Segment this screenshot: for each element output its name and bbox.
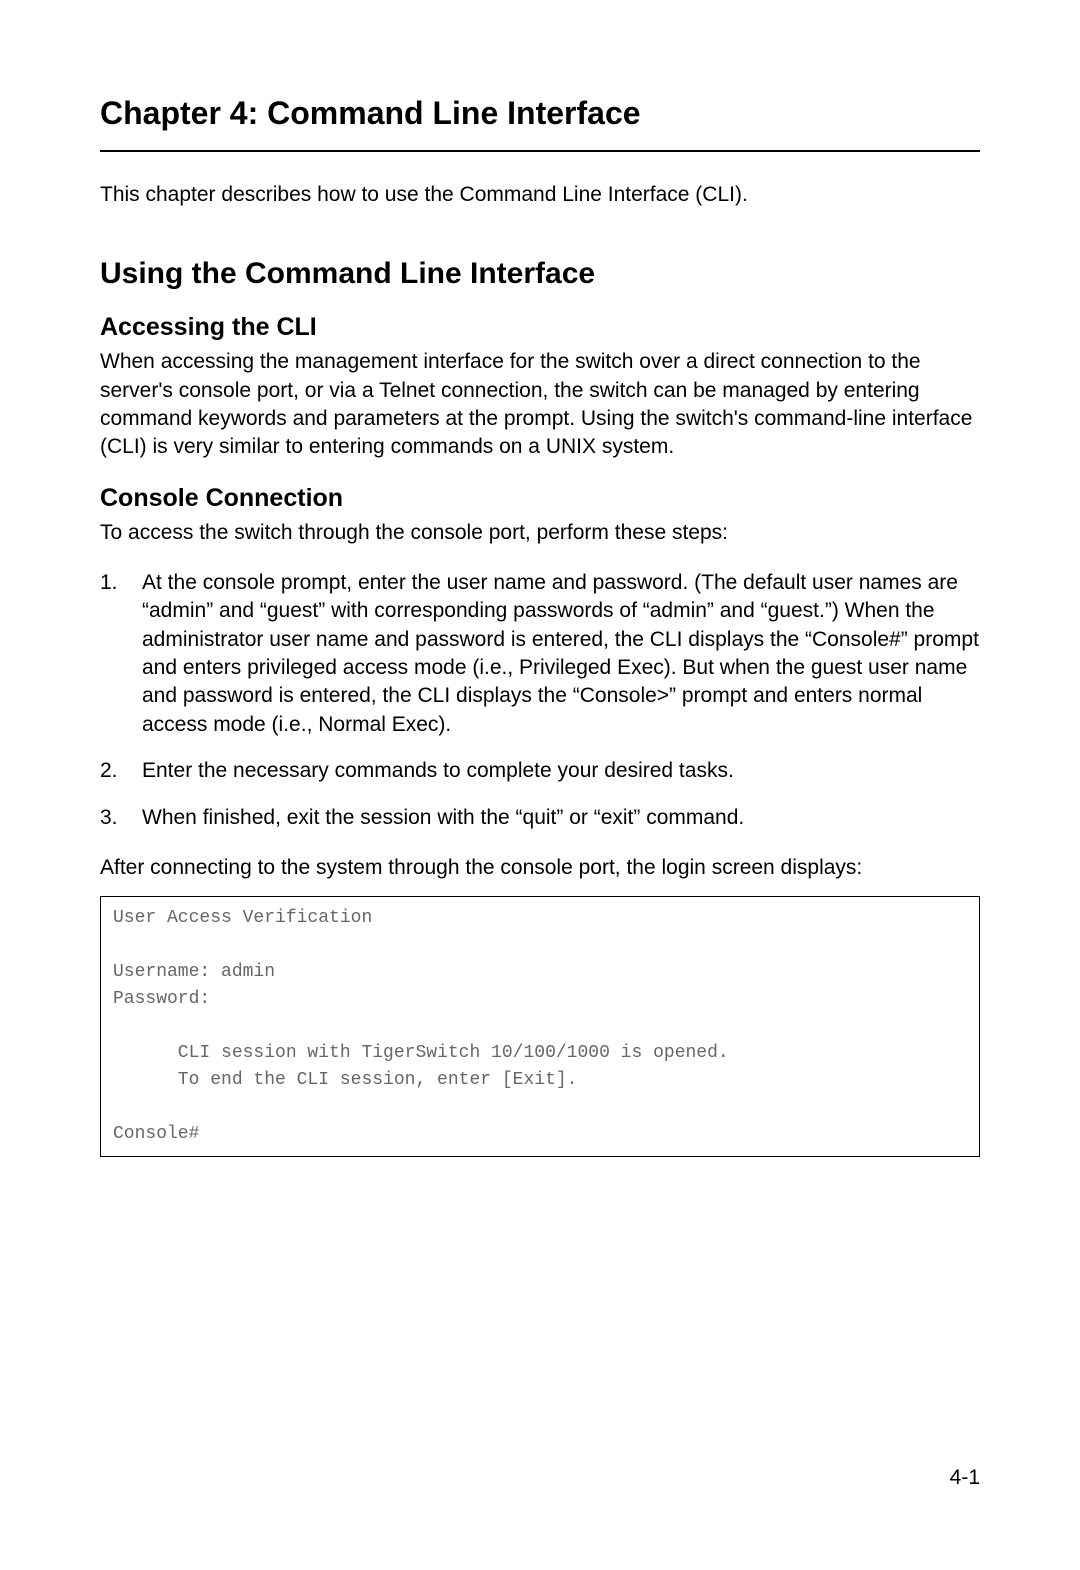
after-steps-text: After connecting to the system through t… <box>100 854 980 882</box>
step-text: When finished, exit the session with the… <box>142 804 980 832</box>
chapter-title: Chapter 4: Command Line Interface <box>100 95 980 152</box>
list-item: 3. When finished, exit the session with … <box>100 804 980 832</box>
subsection-accessing-title: Accessing the CLI <box>100 313 980 342</box>
subsection-console-body: To access the switch through the console… <box>100 519 980 547</box>
page-number: 4-1 <box>950 1466 980 1490</box>
step-number: 3. <box>100 804 142 832</box>
subsection-accessing-body: When accessing the management interface … <box>100 348 980 461</box>
code-block: User Access Verification Username: admin… <box>100 896 980 1157</box>
section-title: Using the Command Line Interface <box>100 257 980 291</box>
step-text: Enter the necessary commands to complete… <box>142 757 980 785</box>
intro-paragraph: This chapter describes how to use the Co… <box>100 180 980 209</box>
list-item: 2. Enter the necessary commands to compl… <box>100 757 980 785</box>
console-steps-list: 1. At the console prompt, enter the user… <box>100 569 980 832</box>
step-number: 2. <box>100 757 142 785</box>
list-item: 1. At the console prompt, enter the user… <box>100 569 980 739</box>
subsection-console-title: Console Connection <box>100 484 980 513</box>
step-text: At the console prompt, enter the user na… <box>142 569 980 739</box>
step-number: 1. <box>100 569 142 739</box>
